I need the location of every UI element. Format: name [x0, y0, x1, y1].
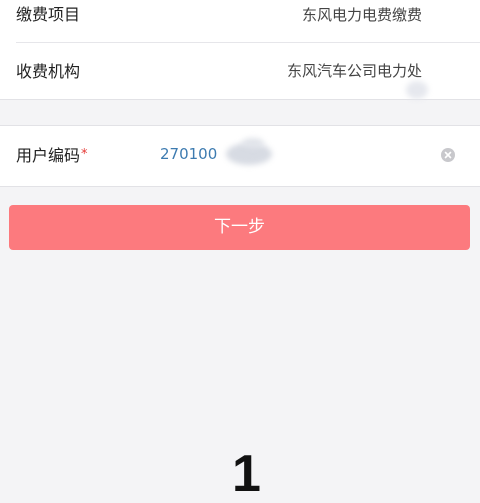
privacy-blur — [406, 81, 428, 99]
next-step-button[interactable]: 下一步 — [9, 205, 470, 250]
user-code-input-value: 270100 — [160, 145, 218, 163]
clear-circle-icon[interactable] — [441, 148, 455, 162]
user-code-label: 用户编码* — [16, 148, 88, 164]
billing-org-label: 收费机构 — [16, 62, 81, 81]
required-mark: * — [81, 147, 88, 162]
user-code-label-text: 用户编码 — [16, 146, 81, 165]
user-code-input[interactable]: 270100 — [150, 126, 430, 186]
payment-item-label: 缴费项目 — [16, 5, 81, 24]
user-code-card: 用户编码* 270100 — [0, 125, 480, 187]
payment-item-row: 缴费项目 东风电力电费缴费 — [0, 0, 480, 43]
payment-info-card: 缴费项目 东风电力电费缴费 收费机构 东风汽车公司电力处 — [0, 0, 480, 100]
billing-org-value: 东风汽车公司电力处 — [286, 62, 422, 80]
overlay-digit: 1 — [232, 445, 261, 503]
privacy-blur — [242, 138, 264, 148]
payment-item-value: 东风电力电费缴费 — [301, 6, 422, 24]
